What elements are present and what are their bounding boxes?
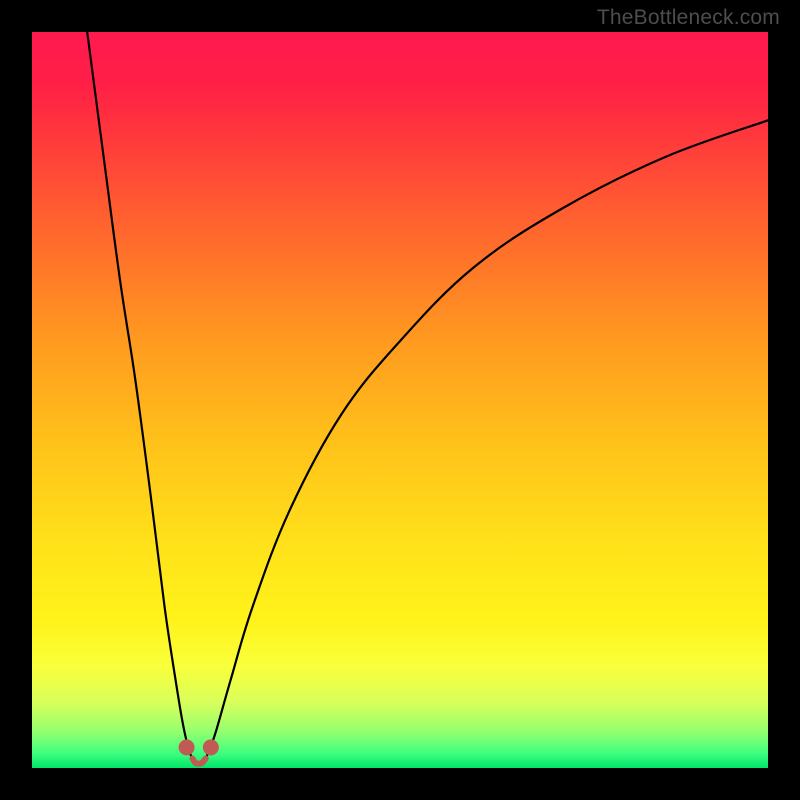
valley-marker-left bbox=[179, 739, 195, 755]
gradient-background bbox=[32, 32, 768, 768]
valley-marker-right bbox=[203, 739, 219, 755]
watermark-text: TheBottleneck.com bbox=[597, 6, 780, 30]
chart-frame: TheBottleneck.com bbox=[0, 0, 800, 800]
plot-svg bbox=[32, 32, 768, 768]
plot-area bbox=[32, 32, 768, 768]
